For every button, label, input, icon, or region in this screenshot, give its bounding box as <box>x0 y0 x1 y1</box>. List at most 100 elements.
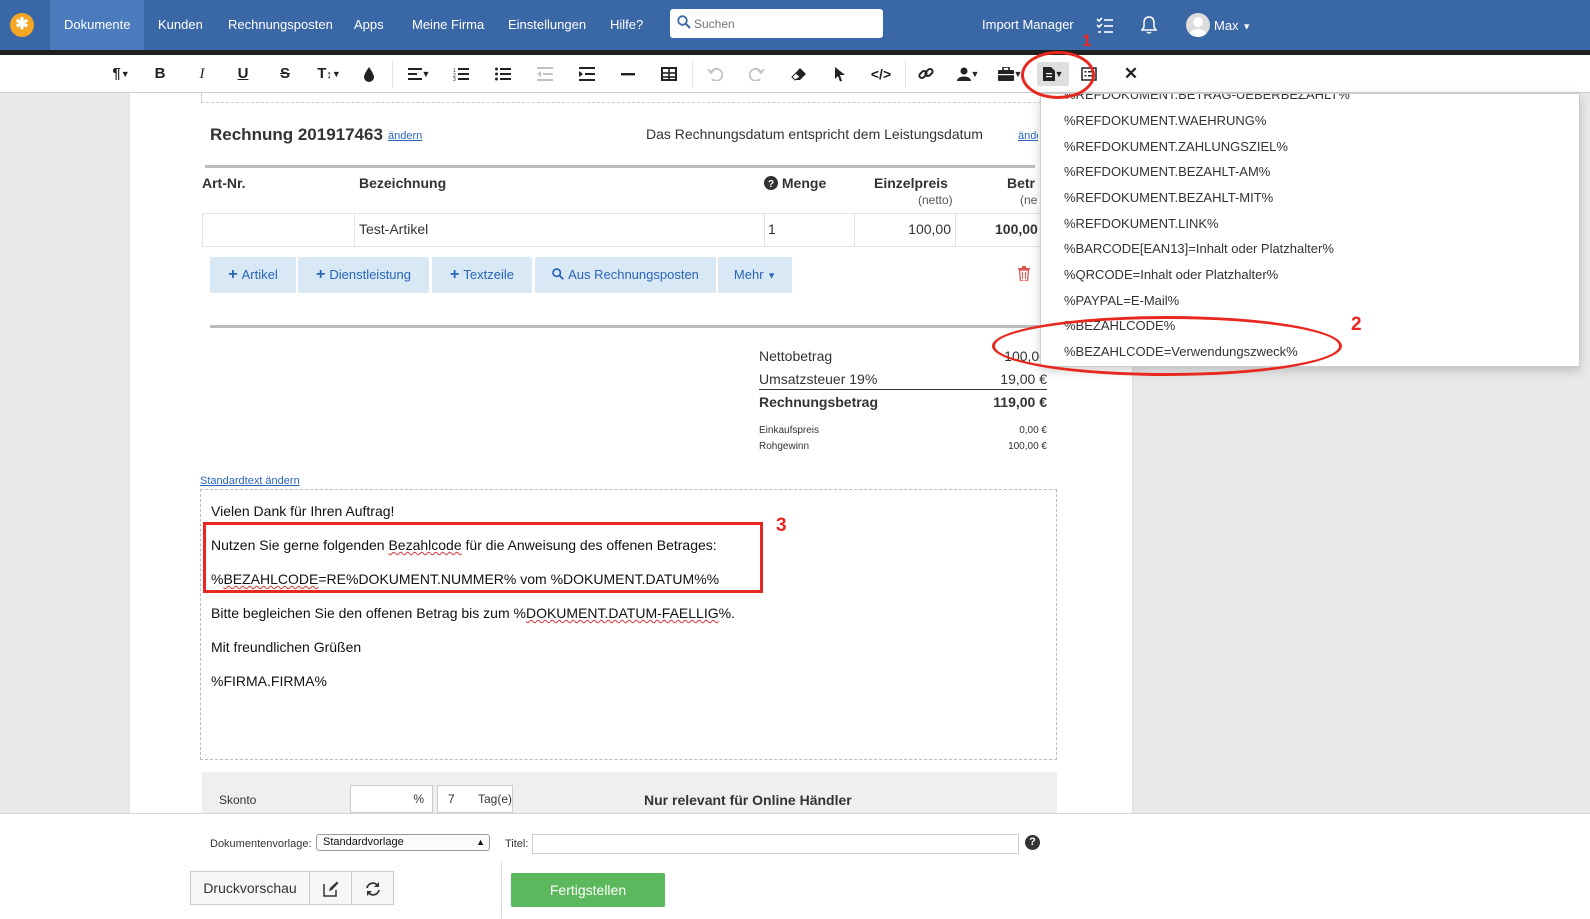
nav-rechnungsposten[interactable]: Rechnungsposten <box>214 0 347 50</box>
skonto-area <box>202 772 1057 817</box>
dropdown-item[interactable]: %REFDOKUMENT.WAEHRUNG% <box>1064 113 1266 128</box>
close-icon[interactable]: ✕ <box>1121 62 1141 86</box>
invoice-date-change-link[interactable]: ändern <box>1018 130 1038 142</box>
chevron-down-icon: ▼ <box>767 270 777 281</box>
nav-kunden[interactable]: Kunden <box>144 0 217 50</box>
app-logo-icon[interactable]: ✱ <box>10 13 34 37</box>
add-article-button[interactable]: + Artikel <box>210 257 296 293</box>
undo-icon[interactable] <box>705 62 725 86</box>
redo-icon[interactable] <box>747 62 767 86</box>
dropdown-item[interactable]: %PAYPAL=E-Mail% <box>1064 293 1179 308</box>
einkaufspreis-label: Einkaufspreis <box>759 425 820 436</box>
col-header-einzelpreis: Einzelpreis <box>874 175 948 191</box>
outdent-icon[interactable] <box>536 62 554 86</box>
template-select[interactable]: Standardvorlage ▲ <box>316 834 490 851</box>
italic-icon[interactable]: I <box>192 62 212 86</box>
text-line-6: %FIRMA.FIRMA% <box>211 673 327 689</box>
cell-einzelpreis[interactable]: 100,00 <box>906 221 951 237</box>
trash-icon[interactable] <box>1018 266 1030 281</box>
invoice-date-text: Das Rechnungsdatum entspricht dem Leistu… <box>646 126 983 142</box>
user-icon[interactable]: ▼ <box>952 62 984 86</box>
more-button[interactable]: Mehr ▼ <box>718 257 792 293</box>
unordered-list-icon[interactable] <box>494 62 512 86</box>
cell-divider <box>202 213 203 247</box>
svg-text:?: ? <box>768 179 774 190</box>
template-label: Dokumentenvorlage: <box>210 838 312 850</box>
col-header-betrag-sub: (ne <box>1020 193 1038 207</box>
standardtext-change-link[interactable]: Standardtext ändern <box>200 475 300 487</box>
col-header-art-nr: Art-Nr. <box>202 175 246 191</box>
align-icon[interactable]: ▼ <box>404 62 434 86</box>
add-from-items-button[interactable]: Aus Rechnungsposten <box>535 257 716 293</box>
nav-einstellungen[interactable]: Einstellungen <box>494 0 600 50</box>
text-line-1: Vielen Dank für Ihren Auftrag! <box>211 503 395 519</box>
eraser-icon[interactable] <box>789 62 809 86</box>
code-icon[interactable]: </> <box>869 62 893 86</box>
refresh-button[interactable] <box>352 871 394 905</box>
invoice-change-link[interactable]: ändern <box>388 130 422 142</box>
color-icon[interactable] <box>361 62 377 86</box>
ordered-list-icon[interactable]: 123 <box>452 62 470 86</box>
print-preview-button[interactable]: Druckvorschau <box>190 871 310 905</box>
nav-meine-firma[interactable]: Meine Firma <box>398 0 498 50</box>
indent-icon[interactable] <box>578 62 596 86</box>
add-textline-button[interactable]: + Textzeile <box>432 257 532 293</box>
select-arrows-icon: ▲ <box>476 837 485 847</box>
nav-apps[interactable]: Apps <box>340 0 398 50</box>
search-box[interactable] <box>670 9 883 38</box>
strikethrough-icon[interactable]: S <box>275 62 295 86</box>
underline-icon[interactable]: U <box>233 62 253 86</box>
pointer-icon[interactable] <box>831 62 849 86</box>
cell-menge[interactable]: 1 <box>768 221 776 237</box>
dropdown-item[interactable]: %REFDOKUMENT.BEZAHLT-AM% <box>1064 164 1270 179</box>
edit-button[interactable] <box>310 871 352 905</box>
dropdown-item[interactable]: %REFDOKUMENT.LINK% <box>1064 216 1219 231</box>
skonto-days-field[interactable]: 7 Tag(e) <box>437 785 513 813</box>
cell-betrag: 100,00 <box>995 221 1038 237</box>
skonto-label: Skonto <box>219 793 257 807</box>
bold-icon[interactable]: B <box>150 62 170 86</box>
search-input[interactable] <box>694 9 879 38</box>
editor-toolbar: ¶▼ B I U S T↕▼ ▼ 123 </> ▼ ▼ ▼ ✕ <box>0 55 1590 93</box>
header-area-border <box>201 93 1051 103</box>
tasks-icon[interactable] <box>1096 16 1114 34</box>
horizontal-rule-icon[interactable] <box>619 62 637 86</box>
cell-bezeichnung[interactable]: Test-Artikel <box>359 221 428 237</box>
import-manager-link[interactable]: Import Manager <box>982 0 1074 50</box>
bell-icon[interactable] <box>1140 15 1158 35</box>
help-icon[interactable]: ? <box>1025 835 1040 850</box>
plus-icon: + <box>228 266 238 283</box>
online-note: Nur relevant für Online Händler <box>644 792 852 808</box>
invoice-title: Rechnung 201917463 <box>210 125 383 144</box>
annotation-number-3: 3 <box>776 515 787 536</box>
svg-text:3: 3 <box>453 77 456 81</box>
search-icon <box>677 15 691 29</box>
bottom-divider <box>501 862 502 919</box>
dropdown-item[interactable]: %REFDOKUMENT.ZAHLUNGSZIEL% <box>1064 139 1288 154</box>
link-icon[interactable] <box>916 62 936 86</box>
ust-value: 19,00 € <box>1000 371 1047 387</box>
dropdown-item[interactable]: %REFDOKUMENT.BEZAHLT-MIT% <box>1064 190 1273 205</box>
nav-hilfe[interactable]: Hilfe? <box>596 0 657 50</box>
toolbar-divider <box>392 60 393 88</box>
plus-icon: + <box>450 266 460 283</box>
dropdown-item[interactable]: %QRCODE=Inhalt oder Platzhalter% <box>1064 267 1278 282</box>
title-input[interactable] <box>532 834 1019 854</box>
nav-dokumente[interactable]: Dokumente <box>50 0 145 50</box>
dropdown-item[interactable]: %REFDOKUMENT.BETRAG-UEBERBEZAHLT% <box>1064 94 1350 102</box>
toolbar-divider <box>905 60 906 88</box>
annotation-circle-2 <box>992 316 1342 376</box>
cell-divider <box>764 213 765 247</box>
text-line-5: Mit freundlichen Grüßen <box>211 639 362 655</box>
chevron-down-icon: ▼ <box>1242 21 1252 32</box>
dropdown-item[interactable]: %BARCODE[EAN13]=Inhalt oder Platzhalter% <box>1064 241 1334 256</box>
font-size-icon[interactable]: T↕▼ <box>313 62 345 86</box>
cell-divider <box>955 213 956 247</box>
finish-button[interactable]: Fertigstellen <box>511 873 665 907</box>
help-circle-icon[interactable]: ? <box>764 176 778 190</box>
table-icon[interactable] <box>660 62 678 86</box>
totals-divider <box>759 389 1047 390</box>
add-service-button[interactable]: + Dienstleistung <box>298 257 429 293</box>
paragraph-icon[interactable]: ¶▼ <box>107 62 135 86</box>
skonto-percent-field[interactable]: % <box>350 785 433 813</box>
